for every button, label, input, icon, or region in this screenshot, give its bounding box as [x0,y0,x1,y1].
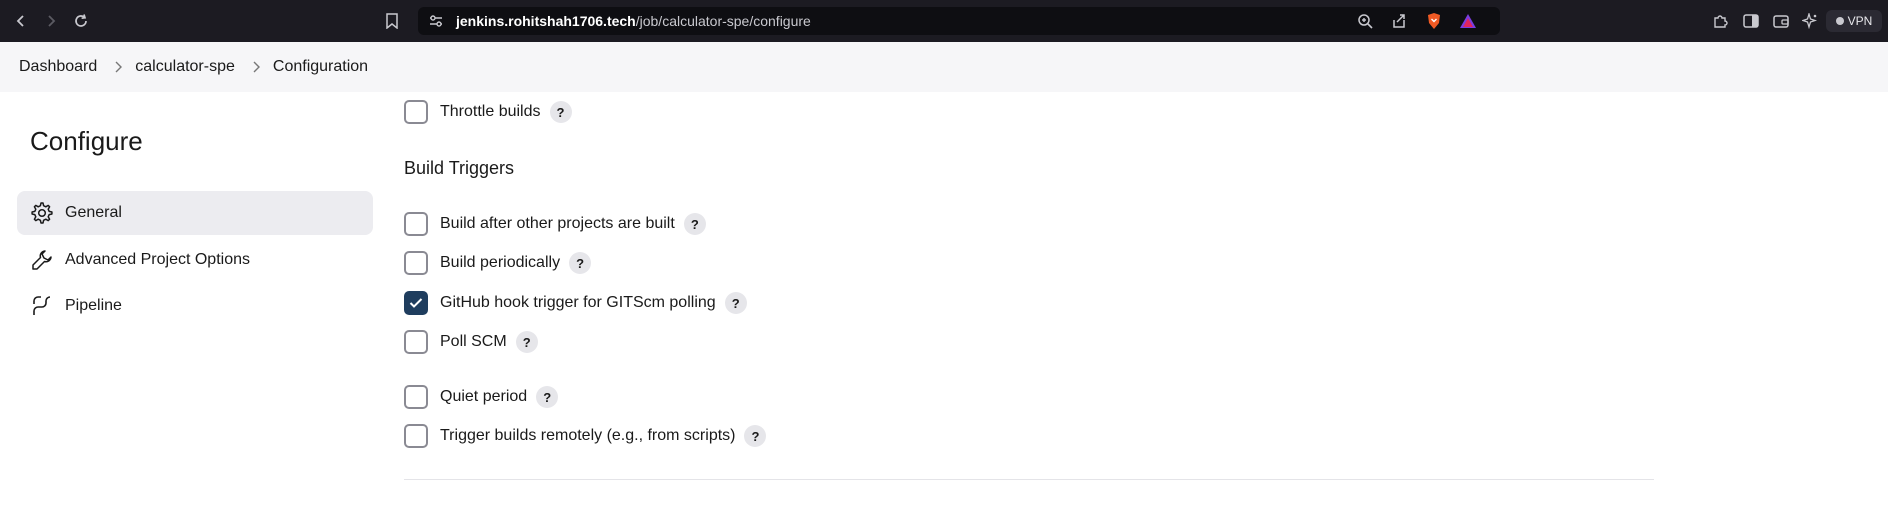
help-icon[interactable]: ? [744,425,767,447]
throttle-builds-checkbox[interactable] [404,100,428,124]
breadcrumb-configuration[interactable]: Configuration [273,58,368,76]
sidebar-item-general[interactable]: General [17,191,373,235]
help-icon[interactable]: ? [724,292,747,314]
throttle-builds-option: Throttle builds ? [404,99,572,125]
option-label: Build periodically [440,254,561,271]
zoom-icon[interactable] [1355,11,1375,31]
help-icon[interactable]: ? [549,101,572,123]
option-label: Quiet period [440,388,528,405]
url-host: jenkins.rohitshah1706.tech [456,13,636,29]
gear-icon [30,201,54,225]
trigger-option: Quiet period ? [404,384,559,410]
back-icon[interactable] [11,11,31,31]
trigger-option: Build after other projects are built ? [404,211,706,237]
quiet-period-checkbox[interactable] [404,385,428,409]
site-settings-icon[interactable] [428,13,444,29]
reload-icon[interactable] [71,11,91,31]
page-title: Configure [30,126,143,156]
trigger-option: GitHub hook trigger for GITScm polling ? [404,290,747,316]
breadcrumb-dashboard[interactable]: Dashboard [19,58,97,76]
url-path: /job/calculator-spe/configure [635,13,811,29]
vpn-button[interactable]: VPN [1826,10,1882,32]
trigger-option: Poll SCM ? [404,329,538,355]
breadcrumb: Dashboard calculator-spe Configuration [0,42,1888,92]
address-bar[interactable]: jenkins.rohitshah1706.tech/job/calculato… [386,7,1500,35]
pipeline-icon [30,294,54,318]
help-icon[interactable]: ? [515,331,538,353]
brave-shields-icon[interactable] [1424,11,1444,31]
brave-rewards-icon[interactable] [1458,11,1478,31]
option-label: Build after other projects are built [440,215,675,232]
sidebar-item-pipeline[interactable]: Pipeline [17,284,373,328]
breadcrumb-job[interactable]: calculator-spe [135,58,235,76]
option-label: GitHub hook trigger for GITScm polling [440,294,716,311]
build-after-other-projects-checkbox[interactable] [404,212,428,236]
github-hook-trigger-checkbox[interactable] [404,291,428,315]
wrench-icon [30,248,54,272]
share-icon[interactable] [1389,11,1409,31]
option-label: Throttle builds [440,103,541,120]
leo-ai-icon[interactable] [1800,11,1820,31]
browser-toolbar: jenkins.rohitshah1706.tech/job/calculato… [0,0,1888,42]
sidebar-item-label: Pipeline [65,297,122,314]
forward-icon[interactable] [41,11,61,31]
help-icon[interactable]: ? [536,386,559,408]
sidebar-item-label: General [65,204,122,221]
checkmark-icon [409,298,423,308]
extensions-icon[interactable] [1710,11,1730,31]
chevron-right-icon [113,61,123,73]
section-title-build-triggers: Build Triggers [404,158,515,178]
trigger-builds-remotely-checkbox[interactable] [404,424,428,448]
build-periodically-checkbox[interactable] [404,251,428,275]
chevron-right-icon [251,61,261,73]
sidebar-icon[interactable] [1741,11,1761,31]
bookmark-icon[interactable] [382,11,402,31]
trigger-option: Build periodically ? [404,250,592,276]
url-text[interactable]: jenkins.rohitshah1706.tech/job/calculato… [456,13,811,29]
help-icon[interactable]: ? [569,252,592,274]
option-label: Poll SCM [440,333,507,350]
vpn-label: VPN [1847,14,1873,28]
section-divider [404,479,1654,480]
option-label: Trigger builds remotely (e.g., from scri… [440,427,736,444]
wallet-icon[interactable] [1771,11,1791,31]
sidebar-item-label: Advanced Project Options [65,251,250,268]
help-icon[interactable]: ? [683,213,706,235]
trigger-option: Trigger builds remotely (e.g., from scri… [404,423,767,449]
sidebar-item-advanced-project-options[interactable]: Advanced Project Options [17,238,373,282]
vpn-status-icon [1835,17,1844,25]
poll-scm-checkbox[interactable] [404,330,428,354]
